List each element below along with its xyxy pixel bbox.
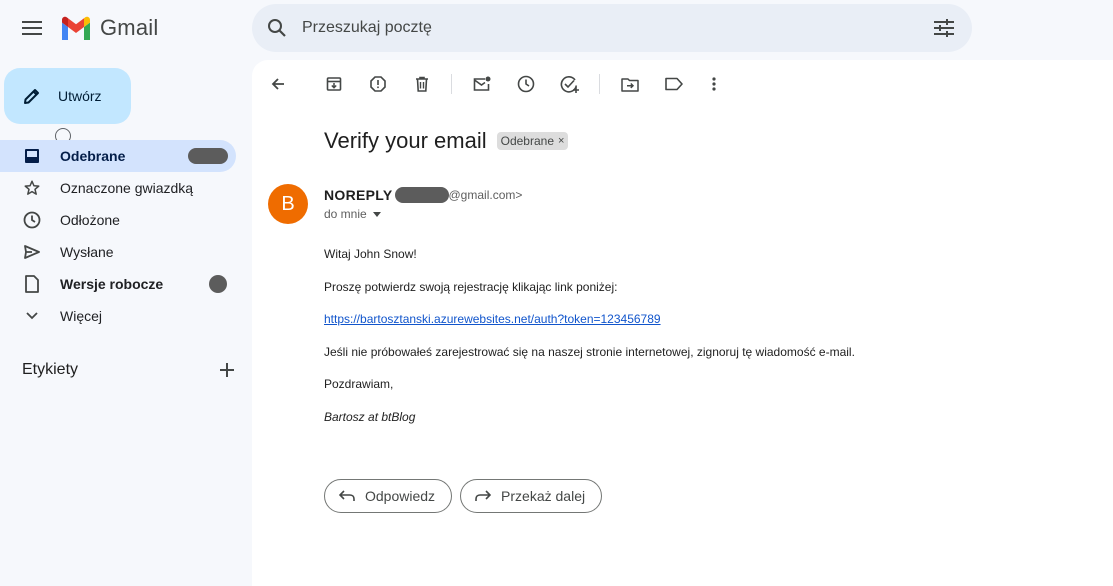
forward-label: Przekaż dalej [501,488,586,504]
labels-heading: Etykiety [22,361,79,378]
report-spam-button[interactable] [362,68,394,100]
sidebar-nav: Odebrane Oznaczone gwiazdką Odłożone Wys… [0,140,240,332]
report-spam-icon [370,76,386,92]
email-subject: Verify your email [324,128,487,153]
chevron-down-icon [23,312,41,320]
body-line: Proszę potwierdz swoją rejestrację klika… [324,279,618,294]
email-toolbar [252,68,1113,100]
greeting: Witaj John Snow! [324,247,417,261]
sidebar-item-snoozed[interactable]: Odłożone [0,204,236,236]
clock-icon [23,211,41,229]
forward-button[interactable]: Przekaż dalej [460,479,603,513]
search-button[interactable] [254,18,300,38]
more-vert-icon [712,77,716,91]
signature: Bartosz at btBlog [324,409,416,424]
email-body: Witaj John Snow! Proszę potwierdz swoją … [324,247,855,442]
sidebar-item-label: Odebrane [60,148,126,164]
archive-icon [326,77,342,91]
search-input[interactable] [300,7,916,49]
snooze-icon [517,75,535,93]
inbox-label-chip: Odebrane × [496,132,569,150]
create-label-button[interactable] [220,363,234,377]
move-to-button[interactable] [614,68,646,100]
toolbar-divider [451,74,452,94]
pencil-icon [24,89,39,104]
send-icon [23,244,41,260]
snooze-button[interactable] [510,68,542,100]
main-menu-button[interactable] [16,12,48,44]
gmail-logo[interactable]: Gmail [60,15,158,41]
label-chip-text: Odebrane [500,134,554,148]
sidebar-item-more[interactable]: Więcej [0,300,236,332]
inbox-icon [23,148,41,164]
closing: Pozdrawiam, [324,377,394,391]
sidebar-item-label: Więcej [60,308,103,324]
delete-button[interactable] [406,68,438,100]
search-bar [252,4,972,52]
reply-label: Odpowiedz [365,488,436,504]
forward-icon [475,490,492,502]
hamburger-icon [22,21,42,35]
sidebar-item-label: Odłożone [60,212,120,228]
tune-icon [934,19,954,37]
add-task-icon [560,76,579,93]
add-to-tasks-button[interactable] [554,68,586,100]
label-icon [665,77,683,91]
reply-actions: Odpowiedz Przekaż dalej [324,479,610,513]
back-button[interactable] [262,68,294,100]
email-view: Verify your email Odebrane × B NOREPLY @… [252,60,1113,586]
sender-name[interactable]: NOREPLY [324,187,393,203]
sidebar-item-inbox[interactable]: Odebrane [0,140,236,172]
unread-count-badge [188,148,228,164]
recipient-text: do mnie [324,207,367,221]
mark-unread-icon [473,76,491,91]
star-icon [23,179,41,197]
labels-button[interactable] [658,68,690,100]
body-line: Jeśli nie próbowałeś zarejestrować się n… [324,344,855,359]
toolbar-divider [599,74,600,94]
reply-button[interactable]: Odpowiedz [324,479,453,513]
compose-label: Utwórz [58,88,102,104]
app-name: Gmail [100,15,159,40]
redacted-email [394,187,449,203]
sender-email: @gmail.com> [448,188,523,202]
compose-button[interactable]: Utwórz [4,68,131,124]
sidebar-item-starred[interactable]: Oznaczone gwiazdką [0,172,236,204]
move-to-folder-icon [621,77,639,92]
trash-icon [416,76,428,92]
arrow-back-icon [271,78,284,90]
email-subject-row: Verify your email Odebrane × [324,128,569,154]
sidebar-item-sent[interactable]: Wysłane [0,236,236,268]
search-icon [268,19,286,37]
recipient-line[interactable]: do mnie [324,207,381,221]
reply-icon [339,490,355,502]
caret-down-icon [372,211,381,217]
plus-icon [220,363,234,377]
mark-unread-button[interactable] [466,68,498,100]
sidebar-item-label: Oznaczone gwiazdką [60,180,194,196]
labels-section-header: Etykiety [22,356,234,384]
archive-button[interactable] [318,68,350,100]
sidebar-item-label: Wysłane [60,244,114,260]
more-options-button[interactable] [698,68,730,100]
drafts-count-badge [209,275,227,293]
sender-avatar[interactable]: B [268,184,308,224]
search-options-button[interactable] [916,19,972,37]
gmail-m-icon [62,16,90,40]
remove-label-icon[interactable]: × [558,135,564,147]
verification-link[interactable]: https://bartosztanski.azurewebsites.net/… [324,312,661,326]
draft-icon [23,275,41,293]
sidebar-item-label: Wersje robocze [60,276,164,292]
sidebar-item-drafts[interactable]: Wersje robocze [0,268,236,300]
sender-line: NOREPLY @gmail.com> [324,187,522,203]
